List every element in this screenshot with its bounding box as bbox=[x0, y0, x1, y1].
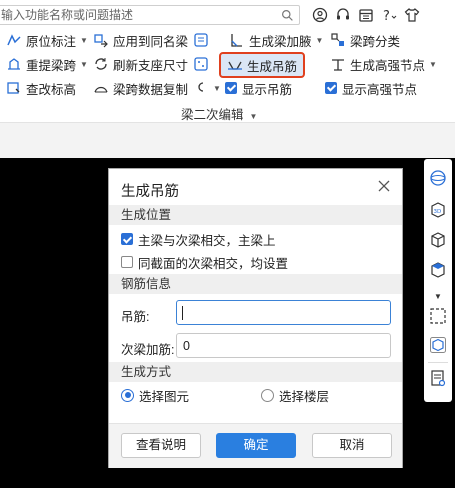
generate-hanger-rebar-label: 生成吊筋 bbox=[247, 59, 298, 74]
radio-select-elements[interactable]: 选择图元 bbox=[121, 387, 190, 404]
package-icon[interactable] bbox=[429, 336, 447, 354]
hanger-label: 吊筋: bbox=[121, 310, 150, 324]
refresh-support-size-label: 刷新支座尺寸 bbox=[113, 58, 189, 73]
chevron-down-icon: ▼ bbox=[249, 112, 258, 121]
view-toolbar: 3D ▼ bbox=[424, 159, 452, 402]
beam-span-classify-button[interactable]: 梁跨分类 bbox=[330, 30, 400, 50]
check-elevation-label: 查改标高 bbox=[26, 82, 77, 97]
show-hanger-rebar-check[interactable] bbox=[225, 82, 237, 94]
refresh-icon bbox=[95, 58, 107, 70]
show-high-strength-node-checkbox[interactable]: 显示高强节点 bbox=[325, 78, 417, 98]
same-section-label: 同截面的次梁相交，均设置 bbox=[138, 256, 289, 271]
dots-grid-icon bbox=[194, 57, 208, 71]
re-extract-beam-span-button[interactable]: 重提梁跨 ▼ bbox=[6, 54, 88, 74]
cube-icon[interactable] bbox=[429, 231, 447, 249]
ribbon-group-label-text: 梁二次编辑 bbox=[181, 108, 244, 122]
position-annotation-label: 原位标注 bbox=[26, 34, 77, 49]
generate-beam-haunch-label: 生成梁加腋 bbox=[249, 34, 312, 49]
re-extract-beam-span-label: 重提梁跨 bbox=[26, 58, 77, 73]
ok-button[interactable]: 确定 bbox=[216, 433, 296, 458]
section-generate-position: 生成位置 bbox=[109, 205, 402, 225]
beam-haunch-icon bbox=[231, 34, 242, 47]
refresh-support-size-button[interactable]: 刷新支座尺寸 bbox=[93, 54, 188, 74]
beam-classify-icon bbox=[331, 33, 344, 46]
secondary-beam-rebar-field[interactable] bbox=[176, 333, 391, 358]
high-strength-node-icon bbox=[332, 59, 344, 71]
hanger-rebar-icon bbox=[228, 61, 242, 70]
beam-span-classify-label: 梁跨分类 bbox=[350, 34, 401, 49]
option-same-section[interactable]: 同截面的次梁相交，均设置 bbox=[121, 254, 289, 271]
generate-hanger-rebar-button[interactable]: 生成吊筋 bbox=[219, 52, 306, 78]
secondary-beam-rebar-label: 次梁加筋: bbox=[121, 343, 175, 357]
sphere-icon[interactable] bbox=[429, 169, 447, 187]
option-main-secondary[interactable]: 主梁与次梁相交，主梁上 bbox=[121, 231, 276, 248]
same-section-checkbox[interactable] bbox=[121, 256, 133, 268]
position-annotation-button[interactable]: 原位标注 ▼ bbox=[6, 30, 88, 50]
check-elevation-icon bbox=[7, 82, 20, 94]
toolbar-divider bbox=[428, 362, 448, 363]
select-floors-radio[interactable] bbox=[261, 388, 274, 402]
calendar-icon[interactable] bbox=[358, 7, 374, 23]
document-view-icon[interactable] bbox=[429, 369, 447, 387]
dialog-title: 生成吊筋 bbox=[121, 184, 179, 200]
headset-icon[interactable] bbox=[335, 7, 351, 23]
select-elements-label: 选择图元 bbox=[139, 389, 190, 404]
show-hanger-rebar-label: 显示吊筋 bbox=[242, 82, 293, 97]
select-floors-label: 选择楼层 bbox=[279, 389, 330, 404]
view-help-button[interactable]: 查看说明 bbox=[121, 433, 201, 458]
generate-beam-haunch-button[interactable]: 生成梁加腋 ▼ bbox=[229, 30, 323, 50]
ribbon: ? 原位标注▼ 应用到同名梁 生成梁加腋▼ 梁跨分类 重提梁跨▼ 刷新支座尺寸 … bbox=[0, 0, 455, 158]
dialog-footer: 查看说明 确定 取消 bbox=[109, 423, 402, 468]
select-elements-radio[interactable] bbox=[121, 388, 134, 402]
top-right-toolbar: ? bbox=[312, 5, 420, 25]
select-box-icon[interactable] bbox=[429, 307, 447, 325]
svg-text:?: ? bbox=[383, 9, 390, 23]
hook-icon bbox=[198, 82, 204, 92]
hanger-field[interactable] bbox=[176, 300, 391, 325]
section-generate-method: 生成方式 bbox=[109, 362, 402, 382]
text-cursor bbox=[182, 306, 183, 320]
ribbon-group-label[interactable]: 梁二次编辑 ▼ bbox=[181, 104, 257, 123]
section-rebar-info: 钢筋信息 bbox=[109, 274, 402, 294]
secondary-beam-rebar-input[interactable] bbox=[177, 334, 390, 357]
copy-span-icon bbox=[94, 86, 108, 93]
copy-beam-span-data-button[interactable]: 梁跨数据复制 bbox=[93, 78, 188, 98]
apply-same-name-beam-button[interactable]: 应用到同名梁 bbox=[93, 30, 188, 50]
show-high-strength-node-check[interactable] bbox=[325, 82, 337, 94]
list-icon-button[interactable] bbox=[193, 30, 213, 50]
search-box[interactable] bbox=[0, 5, 300, 25]
list-icon bbox=[194, 33, 208, 47]
search-input[interactable] bbox=[0, 6, 279, 24]
re-extract-icon bbox=[8, 58, 20, 70]
ribbon-footer bbox=[0, 122, 455, 158]
chevron-down-icon[interactable]: ▼ bbox=[434, 292, 442, 301]
main-secondary-label: 主梁与次梁相交，主梁上 bbox=[138, 233, 276, 248]
dots-grid-button[interactable] bbox=[193, 54, 213, 74]
3d-view-icon[interactable]: 3D bbox=[429, 201, 447, 219]
apply-beam-icon bbox=[94, 34, 108, 48]
generate-hanger-rebar-dialog: 生成吊筋 生成位置 主梁与次梁相交，主梁上 同截面的次梁相交，均设置 钢筋信息 … bbox=[108, 168, 403, 468]
svg-text:3D: 3D bbox=[434, 209, 442, 215]
show-high-strength-node-label: 显示高强节点 bbox=[342, 82, 418, 97]
radio-select-floors[interactable]: 选择楼层 bbox=[261, 387, 330, 404]
cancel-button[interactable]: 取消 bbox=[312, 433, 392, 458]
main-secondary-checkbox[interactable] bbox=[121, 233, 133, 245]
copy-beam-span-data-label: 梁跨数据复制 bbox=[113, 82, 189, 97]
user-icon[interactable] bbox=[312, 7, 328, 23]
apply-same-name-beam-label: 应用到同名梁 bbox=[113, 34, 189, 49]
generate-high-strength-node-label: 生成高强节点 bbox=[350, 58, 426, 73]
position-annotation-icon bbox=[7, 34, 21, 46]
shirt-icon[interactable] bbox=[404, 7, 420, 23]
cube-filled-icon[interactable] bbox=[429, 261, 447, 279]
search-icon[interactable] bbox=[281, 9, 294, 22]
reference-dropdown-button[interactable]: ▼ bbox=[193, 78, 221, 98]
hanger-input[interactable] bbox=[177, 301, 390, 324]
close-icon[interactable] bbox=[376, 178, 392, 194]
generate-high-strength-node-button[interactable]: 生成高强节点 ▼ bbox=[330, 54, 437, 74]
help-icon[interactable]: ? bbox=[381, 7, 397, 24]
show-hanger-rebar-checkbox[interactable]: 显示吊筋 bbox=[225, 78, 292, 98]
check-elevation-button[interactable]: 查改标高 bbox=[6, 78, 76, 98]
